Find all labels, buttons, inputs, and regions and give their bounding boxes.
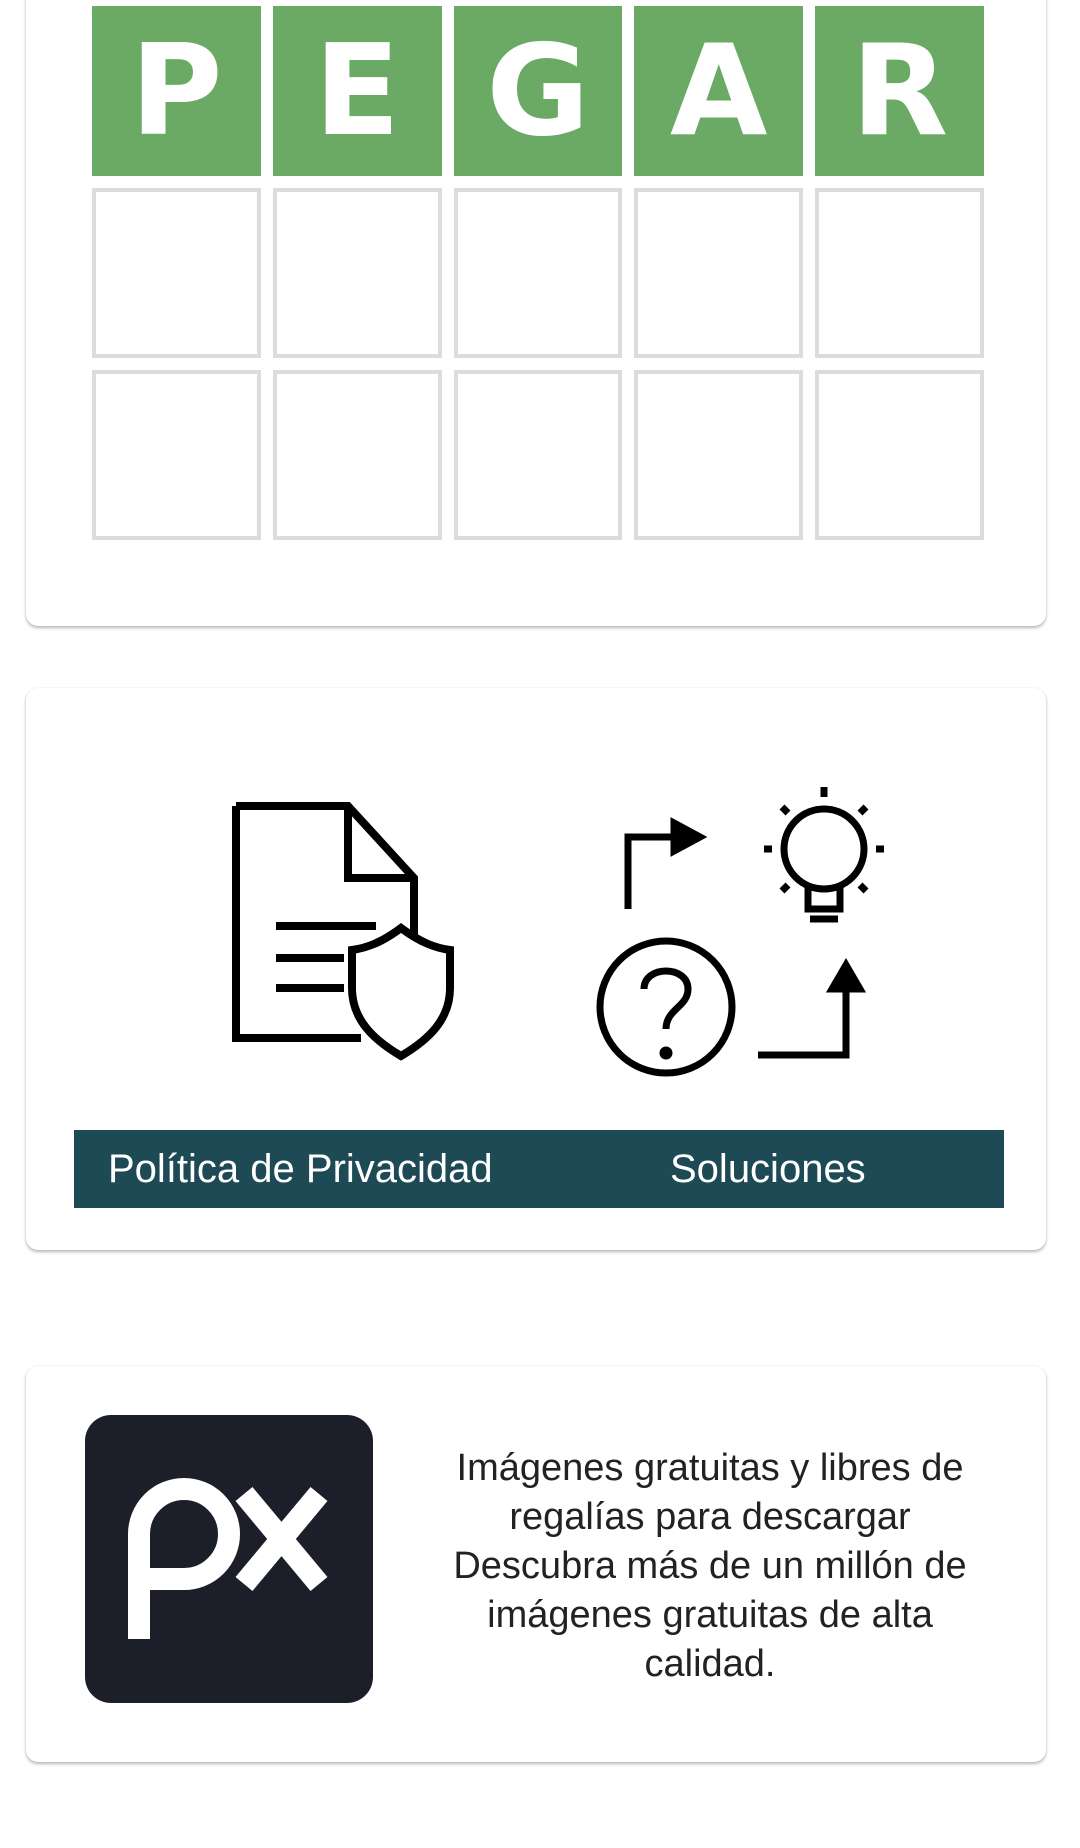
pixabay-logo-icon[interactable] — [85, 1415, 373, 1703]
board-tile: G — [453, 6, 623, 176]
promo-text-line: Descubra más de un millón de — [453, 1545, 967, 1587]
game-board: P E G A R — [92, 6, 984, 552]
privacy-policy-link[interactable]: Política de Privacidad — [108, 1147, 493, 1192]
promo-text: Imágenes gratuitas y libres de regalías … — [410, 1444, 1010, 1689]
board-tile: A — [634, 6, 804, 176]
board-tile — [92, 370, 261, 540]
board-row-1: P E G A R — [92, 6, 984, 176]
promo-text-line: calidad. — [644, 1643, 776, 1685]
game-board-card: P E G A R — [26, 0, 1046, 626]
board-tile — [272, 188, 442, 358]
links-card: Política de Privacidad Soluciones — [26, 688, 1046, 1250]
board-tile — [453, 370, 623, 540]
board-tile — [92, 188, 261, 358]
board-tile — [634, 188, 804, 358]
promo-text-line: Imágenes gratuitas y libres de — [456, 1447, 964, 1489]
board-tile: P — [92, 6, 261, 176]
board-tile — [634, 370, 804, 540]
promo-text-line: regalías para descargar — [509, 1496, 911, 1538]
board-tile — [453, 188, 623, 358]
promo-card: Imágenes gratuitas y libres de regalías … — [26, 1366, 1046, 1762]
board-row-3 — [92, 370, 984, 540]
board-tile: R — [815, 6, 984, 176]
document-shield-icon[interactable] — [196, 788, 496, 1078]
links-bar: Política de Privacidad Soluciones — [74, 1130, 1004, 1208]
board-tile — [815, 188, 984, 358]
board-row-2 — [92, 188, 984, 358]
promo-text-line: imágenes gratuitas de alta — [487, 1594, 933, 1636]
board-tile: E — [272, 6, 442, 176]
question-lightbulb-icon[interactable] — [596, 787, 896, 1078]
board-tile — [815, 370, 984, 540]
solutions-link[interactable]: Soluciones — [670, 1147, 866, 1192]
board-tile — [272, 370, 442, 540]
